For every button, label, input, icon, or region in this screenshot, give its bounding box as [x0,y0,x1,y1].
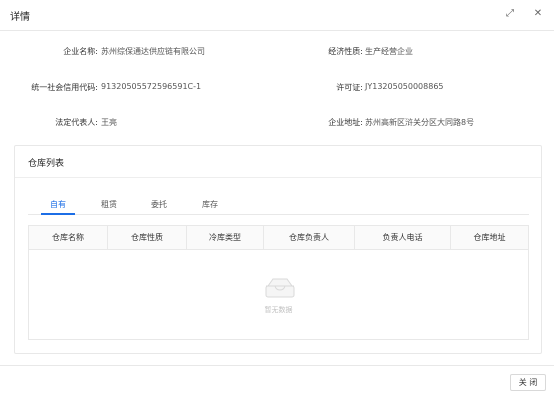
warehouse-list-title: 仓库列表 [28,159,65,169]
fullscreen-icon[interactable]: ⤢ [504,8,516,20]
tab-entrusted[interactable]: 委托 [151,199,167,210]
legal-rep-value: 王亮 [101,118,117,127]
economic-nature-label: 经济性质: [328,47,363,56]
dialog-footer: 关 闭 [0,365,554,394]
credit-code-label: 统一社会信用代码: [31,83,98,92]
column-manager-phone: 负责人电话 [355,226,451,250]
tab-owned[interactable]: 自有 [50,199,66,210]
company-name-value: 苏州综保通达供应链有限公司 [101,47,205,56]
column-cold-storage-type: 冷库类型 [187,226,264,250]
tab-inventory[interactable]: 库存 [202,199,218,210]
legal-rep-label: 法定代表人: [55,118,98,127]
warehouse-tabs: 自有 租赁 委托 库存 [28,196,529,215]
empty-inbox-icon [265,278,295,298]
close-icon[interactable]: ✕ [532,8,544,20]
company-name-label: 企业名称: [63,47,98,56]
dialog-header: 详情 ⤢ ✕ [0,0,554,31]
column-warehouse-address: 仓库地址 [473,233,506,242]
column-warehouse-name: 仓库名称 [29,226,108,250]
credit-code-value: 91320505572596591C-1 [101,82,202,91]
tab-leased[interactable]: 租赁 [101,199,117,210]
column-warehouse-nature: 仓库性质 [108,226,187,250]
warehouse-panel-header: 仓库列表 [15,146,541,178]
active-tab-indicator [41,213,75,215]
address-value: 苏州高新区浒关分区大同路8号 [365,118,475,127]
warehouse-table: 仓库名称 仓库性质 冷库类型 仓库负责人 负责人电话 仓库地址 暂无数据 [28,225,529,340]
dialog-title: 详情 [10,12,30,23]
warehouse-panel: 仓库列表 自有 租赁 委托 库存 仓库名称 仓库性质 冷库类型 仓库负责人 负责… [14,145,542,354]
close-button[interactable]: 关 闭 [510,374,546,391]
table-header: 仓库名称 仓库性质 冷库类型 仓库负责人 负责人电话 仓库地址 [29,226,528,250]
column-warehouse-manager: 仓库负责人 [264,226,355,250]
address-label: 企业地址: [328,118,363,127]
empty-data-text: 暂无数据 [264,306,293,314]
license-label: 许可证: [336,83,363,92]
economic-nature-value: 生产经营企业 [365,47,413,56]
license-value: JY13205050008865 [365,82,444,91]
